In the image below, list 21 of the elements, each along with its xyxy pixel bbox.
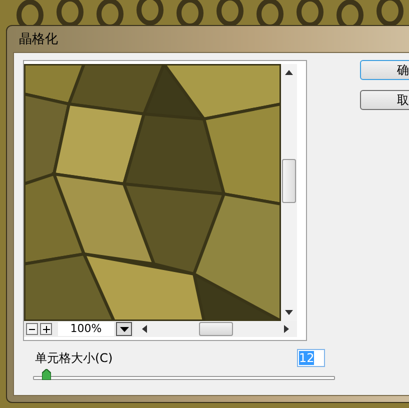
zoom-in-button[interactable] [40, 323, 52, 335]
zoom-field[interactable]: 100% [58, 322, 114, 336]
vertical-scrollbar[interactable] [281, 64, 297, 321]
horizontal-scrollbar[interactable] [134, 321, 297, 337]
dialog-button[interactable]: 取 [360, 90, 409, 110]
scroll-thumb[interactable] [282, 159, 296, 203]
caret-icon [120, 326, 128, 332]
zoom-out-button[interactable] [26, 323, 38, 335]
slider-thumb[interactable] [42, 369, 51, 380]
plus-icon [42, 326, 50, 332]
scroll-left-icon[interactable] [142, 325, 147, 333]
scroll-down-icon[interactable] [285, 310, 293, 315]
window-title: 晶格化 [19, 31, 58, 48]
dialog-button[interactable]: 确 [360, 60, 409, 80]
scroll-up-icon[interactable] [285, 70, 293, 75]
scroll-thumb[interactable] [198, 322, 232, 336]
zoom-dropdown-button[interactable] [116, 322, 132, 336]
cell-size-label: 单元格大小(C) [35, 350, 113, 366]
scroll-right-icon[interactable] [284, 325, 289, 333]
cell-size-slider[interactable] [33, 369, 335, 381]
minus-icon [29, 328, 35, 330]
